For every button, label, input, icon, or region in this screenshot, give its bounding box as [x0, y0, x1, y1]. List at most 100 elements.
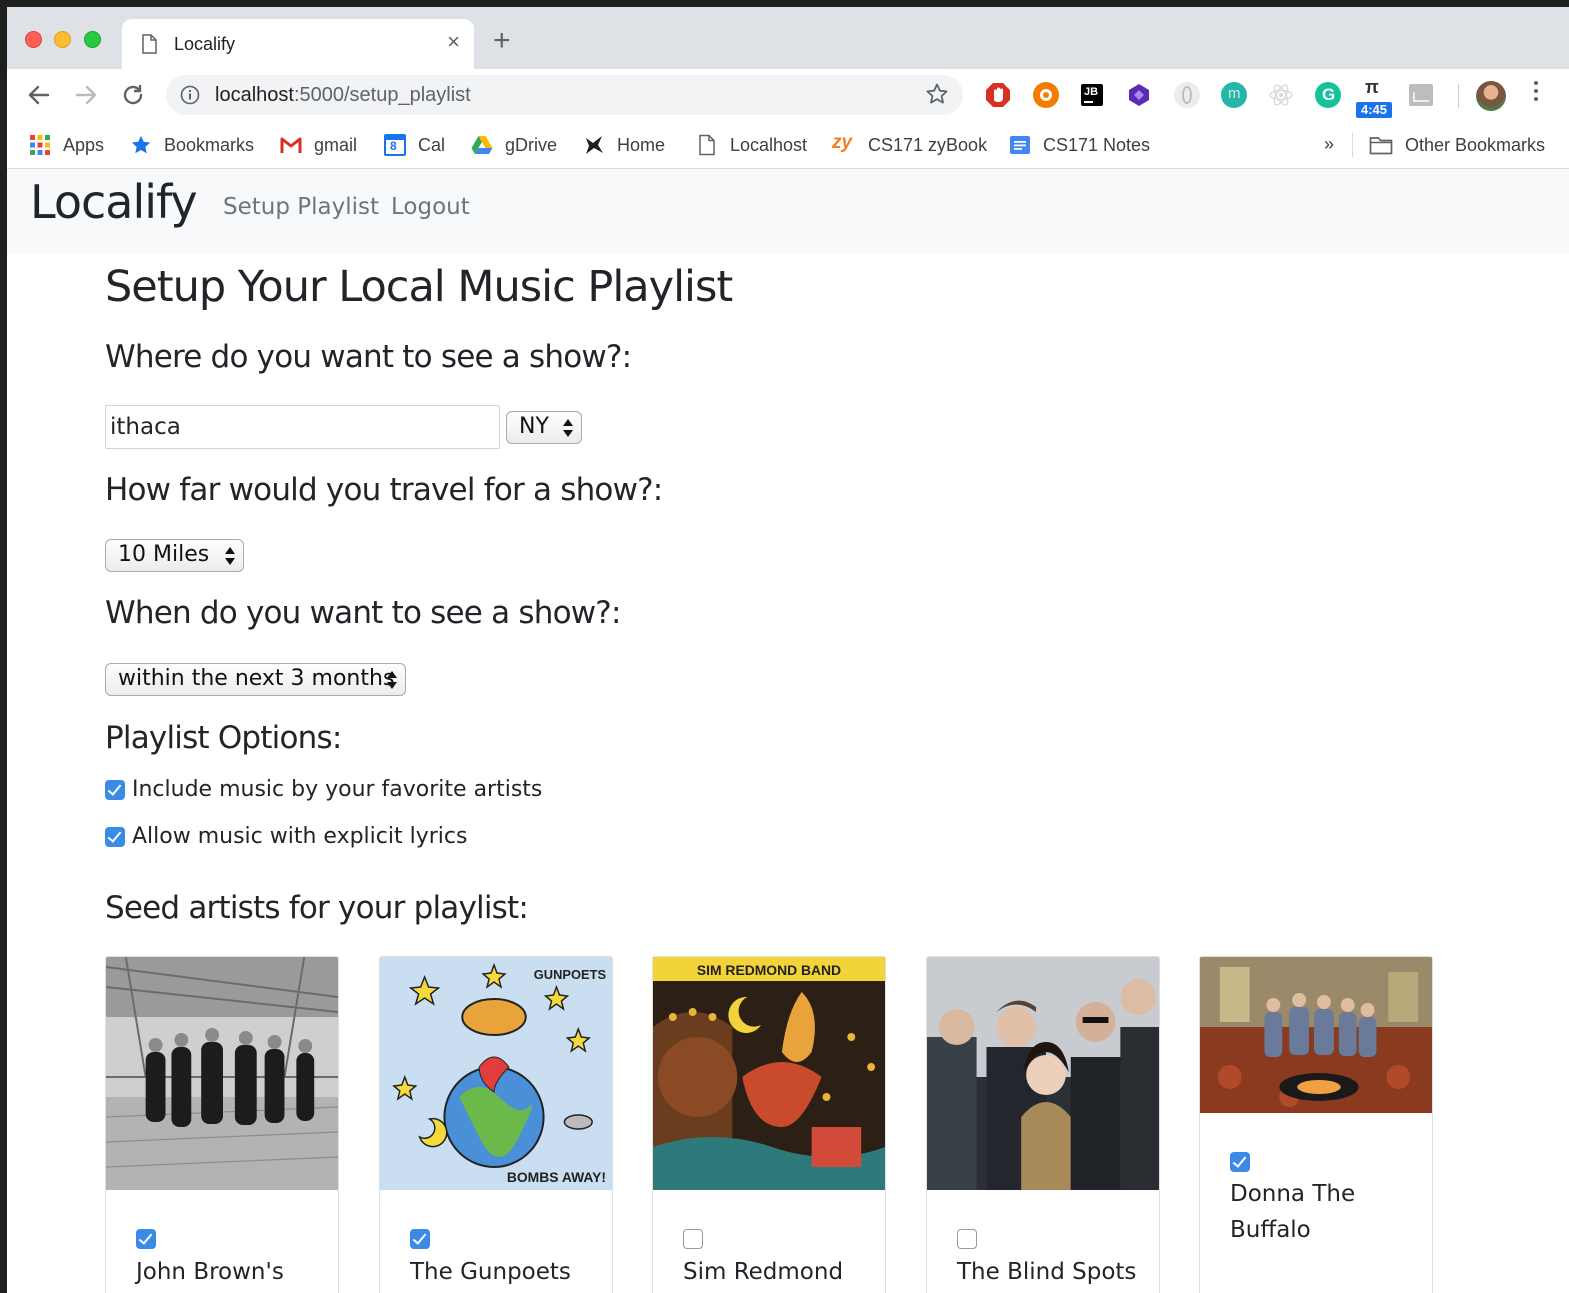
adblock-extension-icon[interactable] — [985, 82, 1011, 108]
url-text[interactable]: localhost:5000/setup_playlist — [215, 84, 471, 107]
zybooks-logo-text: zy — [832, 132, 853, 153]
distance-select[interactable]: 10 Miles — [105, 539, 244, 572]
blue-star-icon — [130, 134, 152, 156]
album-cover: SIM REDMOND BAND — [653, 957, 885, 1190]
bookmark-label: Other Bookmarks — [1405, 134, 1546, 155]
bookmark-label: Bookmarks — [164, 134, 255, 155]
close-tab-icon[interactable]: × — [447, 30, 460, 54]
artist-card[interactable]: John Brown's — [105, 956, 339, 1293]
bookmark-cal[interactable]: 8 Cal — [384, 132, 445, 158]
more-menu-icon[interactable] — [1529, 79, 1543, 101]
apps-grid-icon — [29, 134, 51, 156]
back-icon[interactable] — [23, 79, 55, 111]
browser-window: Localify × + localhost:5000/setup_playli… — [7, 7, 1569, 1293]
bookmark-star-icon[interactable] — [925, 82, 949, 106]
city-input[interactable] — [105, 405, 500, 449]
state-select-value: NY — [519, 414, 549, 439]
bookmark-label: Localhost — [730, 134, 808, 155]
profile-avatar[interactable] — [1476, 81, 1506, 111]
bookmark-notes[interactable]: CS171 Notes — [1009, 132, 1150, 158]
artist-card[interactable]: GUNPOETS BOMBS AWAY! The Gunpoets — [379, 956, 613, 1293]
lifebuoy-extension-icon[interactable] — [1033, 82, 1059, 108]
option-label: Include music by your favorite artists — [132, 777, 543, 802]
cover-text: BOMBS AWAY! — [507, 1169, 606, 1185]
calendar-day-number: 8 — [390, 139, 397, 153]
nav-logout[interactable]: Logout — [391, 194, 470, 220]
when-select-value: within the next 3 months — [118, 666, 395, 691]
page-title: Setup Your Local Music Playlist — [105, 262, 733, 312]
option-favorite-artists[interactable]: Include music by your favorite artists — [105, 777, 542, 802]
grammarly-extension-icon[interactable]: G — [1315, 82, 1341, 108]
zoom-window-button[interactable] — [84, 31, 101, 48]
cover-text: GUNPOETS — [534, 967, 607, 982]
new-tab-button[interactable]: + — [493, 26, 511, 56]
where-heading: Where do you want to see a show?: — [105, 339, 632, 375]
bookmark-gmail[interactable]: gmail — [280, 132, 357, 158]
state-select[interactable]: NY — [506, 411, 582, 444]
browser-tab[interactable]: Localify × — [122, 19, 474, 69]
folder-icon — [1369, 134, 1393, 156]
web-page: Localify Setup Playlist Logout Setup You… — [7, 169, 1569, 1293]
artist-photo — [106, 957, 338, 1190]
forward-icon[interactable] — [70, 79, 102, 111]
circle-extension-icon[interactable] — [1174, 82, 1200, 108]
bookmarks-divider — [1352, 133, 1353, 157]
artist-checkbox[interactable] — [957, 1229, 977, 1249]
bookmark-label: CS171 zyBook — [868, 134, 988, 155]
artist-card[interactable]: The Blind Spots — [926, 956, 1160, 1293]
gem-extension-icon[interactable] — [1126, 82, 1152, 108]
jetbrains-extension-icon[interactable]: JB — [1081, 84, 1103, 106]
when-select[interactable]: within the next 3 months — [105, 663, 406, 696]
bookmark-other[interactable]: Other Bookmarks — [1369, 132, 1545, 158]
album-cover: GUNPOETS BOMBS AWAY! — [380, 957, 612, 1190]
more-bookmarks-icon[interactable]: » — [1324, 134, 1334, 155]
artist-name: Donna The Buffalo — [1230, 1181, 1356, 1243]
chart-extension-icon[interactable] — [1409, 84, 1433, 106]
playlist-options-heading: Playlist Options: — [105, 720, 342, 756]
nav-setup-playlist[interactable]: Setup Playlist — [223, 194, 379, 220]
option-explicit-lyrics[interactable]: Allow music with explicit lyrics — [105, 824, 467, 849]
seed-artists-heading: Seed artists for your playlist: — [105, 890, 529, 926]
pi-extension-icon[interactable]: π — [1365, 77, 1379, 98]
cover-text: SIM REDMOND BAND — [697, 962, 841, 978]
site-navbar: Localify Setup Playlist Logout — [7, 169, 1569, 254]
bookmark-bookmarks[interactable]: Bookmarks — [130, 132, 254, 158]
artist-checkbox[interactable] — [1230, 1152, 1250, 1172]
artist-name: John Brown's — [136, 1259, 284, 1285]
bookmark-home[interactable]: Home — [583, 132, 665, 158]
m-extension-icon[interactable]: m — [1221, 82, 1247, 108]
bookmark-zybook[interactable]: zy CS171 zyBook — [832, 132, 987, 158]
select-arrows-icon — [387, 671, 397, 689]
bookmark-apps[interactable]: Apps — [29, 132, 104, 158]
minimize-window-button[interactable] — [54, 31, 71, 48]
bookmark-label: CS171 Notes — [1043, 134, 1151, 155]
artist-card[interactable]: Donna The Buffalo — [1199, 956, 1433, 1293]
artist-checkbox[interactable] — [136, 1229, 156, 1249]
close-window-button[interactable] — [25, 31, 42, 48]
artist-checkbox[interactable] — [683, 1229, 703, 1249]
artist-checkbox[interactable] — [410, 1229, 430, 1249]
extension-badge: 4:45 — [1356, 102, 1392, 118]
page-icon — [142, 34, 157, 54]
explicit-lyrics-checkbox[interactable] — [105, 826, 125, 847]
zybooks-icon: zy — [832, 132, 856, 156]
cornell-bear-icon — [583, 134, 605, 156]
favorite-artists-checkbox[interactable] — [105, 779, 125, 800]
bookmark-localhost[interactable]: Localhost — [696, 132, 807, 158]
artist-card[interactable]: SIM REDMOND BAND Sim Redmond — [652, 956, 886, 1293]
tab-title: Localify — [174, 34, 236, 54]
bookmark-label: gmail — [314, 134, 358, 155]
artist-photo — [927, 957, 1159, 1190]
address-bar[interactable]: localhost:5000/setup_playlist — [166, 75, 963, 115]
bookmark-gdrive[interactable]: gDrive — [471, 132, 557, 158]
info-icon[interactable] — [180, 85, 200, 105]
browser-toolbar: localhost:5000/setup_playlist JB m G π 4… — [7, 69, 1569, 121]
bookmark-label: Home — [617, 134, 666, 155]
select-arrows-icon — [563, 419, 573, 437]
docs-icon — [1009, 134, 1031, 156]
select-arrows-icon — [225, 547, 235, 565]
site-brand[interactable]: Localify — [30, 175, 198, 229]
react-extension-icon[interactable] — [1268, 82, 1294, 108]
calendar-icon: 8 — [384, 134, 406, 156]
reload-icon[interactable] — [117, 79, 149, 111]
